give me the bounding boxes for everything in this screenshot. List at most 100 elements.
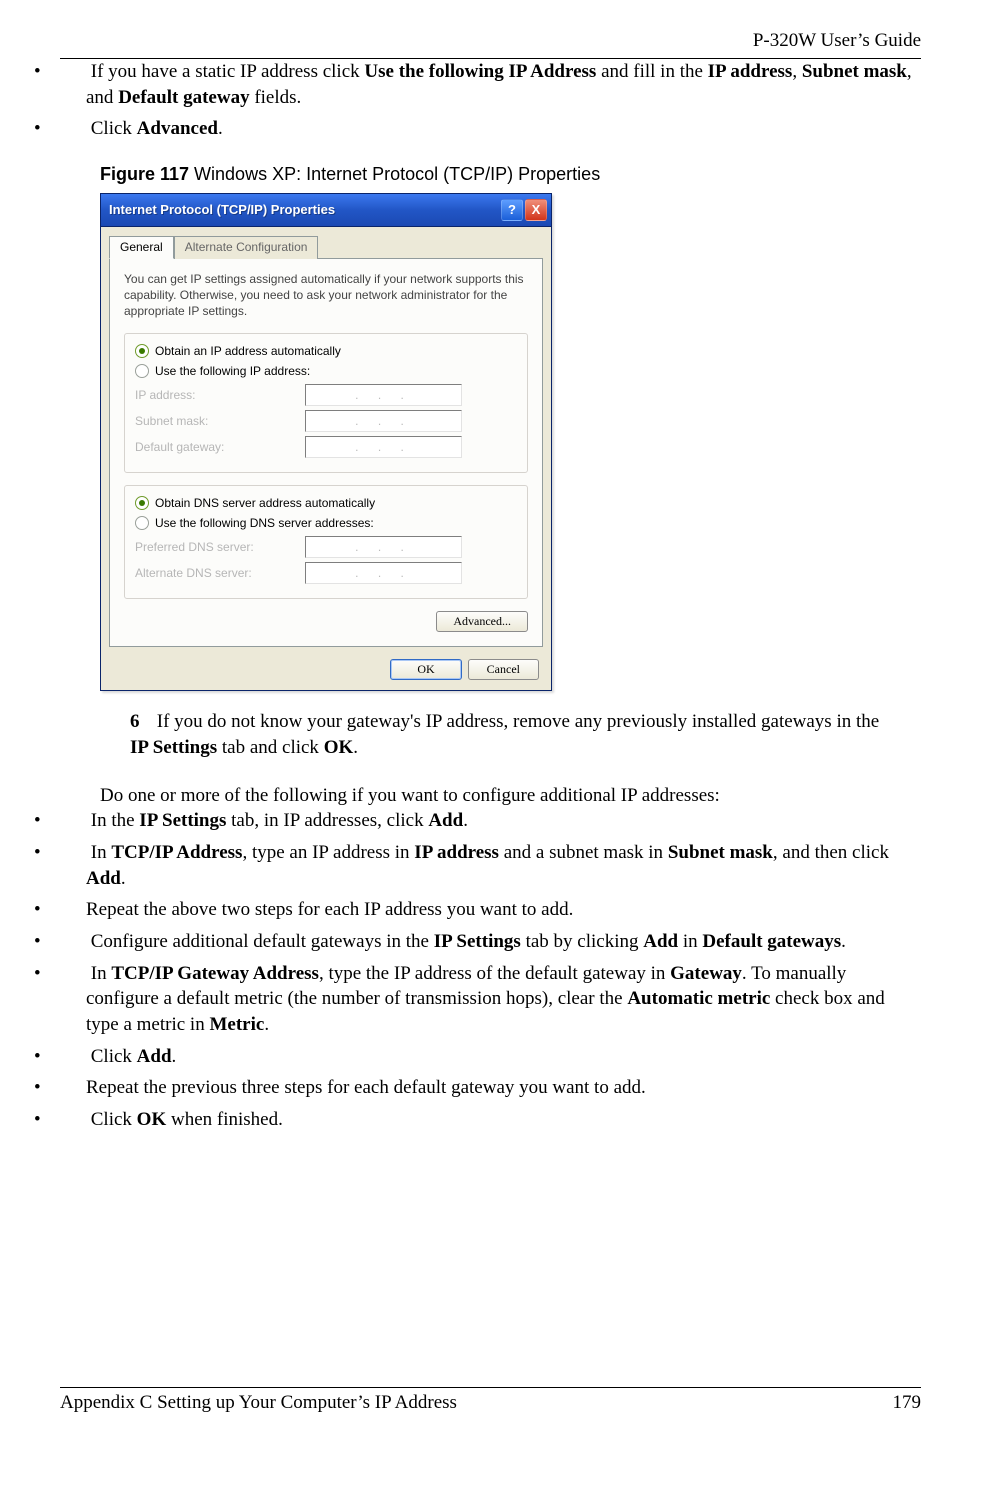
text: , type an IP address in — [242, 842, 414, 863]
text: , type the IP address of the default gat… — [319, 963, 670, 984]
bold: Default gateways — [702, 931, 841, 952]
bold: TCP/IP Gateway Address — [111, 963, 319, 984]
radio-use-ip[interactable]: Use the following IP address: — [135, 364, 515, 378]
list-item: Configure additional default gateways in… — [60, 929, 921, 955]
text: fields. — [250, 87, 302, 108]
text: , — [792, 61, 802, 82]
xp-dialog: Internet Protocol (TCP/IP) Properties ? … — [100, 193, 552, 692]
tab-general[interactable]: General — [109, 236, 174, 259]
bold: Metric — [209, 1014, 264, 1035]
text: and a subnet mask in — [499, 842, 668, 863]
list-item: Repeat the above two steps for each IP a… — [60, 897, 921, 923]
field-label: Alternate DNS server: — [135, 566, 305, 580]
bold: Subnet mask — [668, 842, 773, 863]
field-subnet-mask: Subnet mask: . . . — [135, 410, 515, 432]
bold: IP address — [414, 842, 499, 863]
bold: OK — [324, 737, 354, 758]
field-alternate-dns: Alternate DNS server: . . . — [135, 562, 515, 584]
bold: OK — [137, 1109, 167, 1130]
text: Configure additional default gateways in… — [91, 931, 434, 952]
text: and fill in the — [596, 61, 707, 82]
dialog-footer: OK Cancel — [109, 647, 543, 680]
list-item: Repeat the previous three steps for each… — [60, 1075, 921, 1101]
top-bullet-1: If you have a static IP address click Us… — [60, 59, 921, 110]
top-bullet-2: Click Advanced. — [60, 116, 921, 142]
bold: Add — [137, 1046, 172, 1067]
list-item: In TCP/IP Gateway Address, type the IP a… — [60, 961, 921, 1038]
bold: Advanced — [137, 118, 218, 139]
footer-page-number: 179 — [893, 1392, 922, 1414]
bold: TCP/IP Address — [111, 842, 242, 863]
ip-address-input[interactable]: . . . — [305, 384, 462, 406]
footer-rule — [60, 1387, 921, 1388]
top-bullet-list: If you have a static IP address click Us… — [60, 59, 921, 142]
field-preferred-dns: Preferred DNS server: . . . — [135, 536, 515, 558]
figure-title: Windows XP: Internet Protocol (TCP/IP) P… — [189, 164, 600, 184]
radio-icon — [135, 344, 149, 358]
list-item: Click OK when finished. — [60, 1107, 921, 1133]
dns-group: Obtain DNS server address automatically … — [124, 485, 528, 599]
dialog-title: Internet Protocol (TCP/IP) Properties — [109, 202, 499, 217]
cancel-button[interactable]: Cancel — [468, 659, 539, 680]
bold: IP Settings — [139, 810, 226, 831]
text: Click — [91, 1109, 137, 1130]
field-label: Default gateway: — [135, 440, 305, 454]
figure-caption: Figure 117 Windows XP: Internet Protocol… — [100, 164, 921, 185]
figure-label: Figure 117 — [100, 164, 189, 184]
bold: Add — [643, 931, 678, 952]
bold: Add — [428, 810, 463, 831]
text: . — [121, 868, 126, 889]
bold: Default gateway — [118, 87, 249, 108]
text: If you have a static IP address click — [91, 61, 365, 82]
footer-appendix: Appendix C Setting up Your Computer’s IP… — [60, 1392, 457, 1414]
text: . — [353, 737, 358, 758]
subnet-mask-input[interactable]: . . . — [305, 410, 462, 432]
default-gateway-input[interactable]: . . . — [305, 436, 462, 458]
field-default-gateway: Default gateway: . . . — [135, 436, 515, 458]
radio-label: Use the following IP address: — [155, 364, 310, 378]
radio-label: Obtain DNS server address automatically — [155, 496, 375, 510]
radio-label: Use the following DNS server addresses: — [155, 516, 374, 530]
field-label: IP address: — [135, 388, 305, 402]
text: In the — [91, 810, 140, 831]
dialog-description: You can get IP settings assigned automat… — [124, 271, 528, 320]
radio-obtain-ip[interactable]: Obtain an IP address automatically — [135, 344, 515, 358]
bold: Use the following IP Address — [364, 61, 596, 82]
text: tab, in IP addresses, click — [226, 810, 428, 831]
text: Click — [91, 1046, 137, 1067]
list-item: In TCP/IP Address, type an IP address in… — [60, 840, 921, 891]
text: In — [91, 963, 112, 984]
bottom-bullet-list: In the IP Settings tab, in IP addresses,… — [60, 808, 921, 1132]
alternate-dns-input[interactable]: . . . — [305, 562, 462, 584]
dialog-tabs: General Alternate Configuration — [109, 235, 543, 259]
text: . — [463, 810, 468, 831]
header-guide-title: P-320W User’s Guide — [60, 30, 921, 52]
bold: Gateway — [670, 963, 742, 984]
page-footer: Appendix C Setting up Your Computer’s IP… — [60, 1387, 921, 1414]
bold: IP address — [708, 61, 793, 82]
text: . — [218, 118, 223, 139]
bold: IP Settings — [130, 737, 217, 758]
text: tab and click — [217, 737, 324, 758]
bold: Automatic metric — [627, 988, 770, 1009]
dialog-panel: You can get IP settings assigned automat… — [109, 258, 543, 648]
ok-button[interactable]: OK — [390, 659, 461, 680]
list-item: In the IP Settings tab, in IP addresses,… — [60, 808, 921, 834]
preferred-dns-input[interactable]: . . . — [305, 536, 462, 558]
close-icon[interactable]: X — [525, 199, 547, 221]
tab-alternate-configuration[interactable]: Alternate Configuration — [174, 236, 319, 259]
radio-icon — [135, 364, 149, 378]
radio-label: Obtain an IP address automatically — [155, 344, 341, 358]
radio-use-dns[interactable]: Use the following DNS server addresses: — [135, 516, 515, 530]
text: . — [841, 931, 846, 952]
text: If you do not know your gateway's IP add… — [157, 711, 879, 732]
radio-icon — [135, 496, 149, 510]
text: in — [678, 931, 702, 952]
step-number: 6 — [130, 709, 152, 735]
field-label: Preferred DNS server: — [135, 540, 305, 554]
advanced-button[interactable]: Advanced... — [436, 611, 528, 632]
help-icon[interactable]: ? — [501, 199, 523, 221]
field-label: Subnet mask: — [135, 414, 305, 428]
dialog-titlebar[interactable]: Internet Protocol (TCP/IP) Properties ? … — [101, 194, 551, 227]
radio-obtain-dns[interactable]: Obtain DNS server address automatically — [135, 496, 515, 510]
